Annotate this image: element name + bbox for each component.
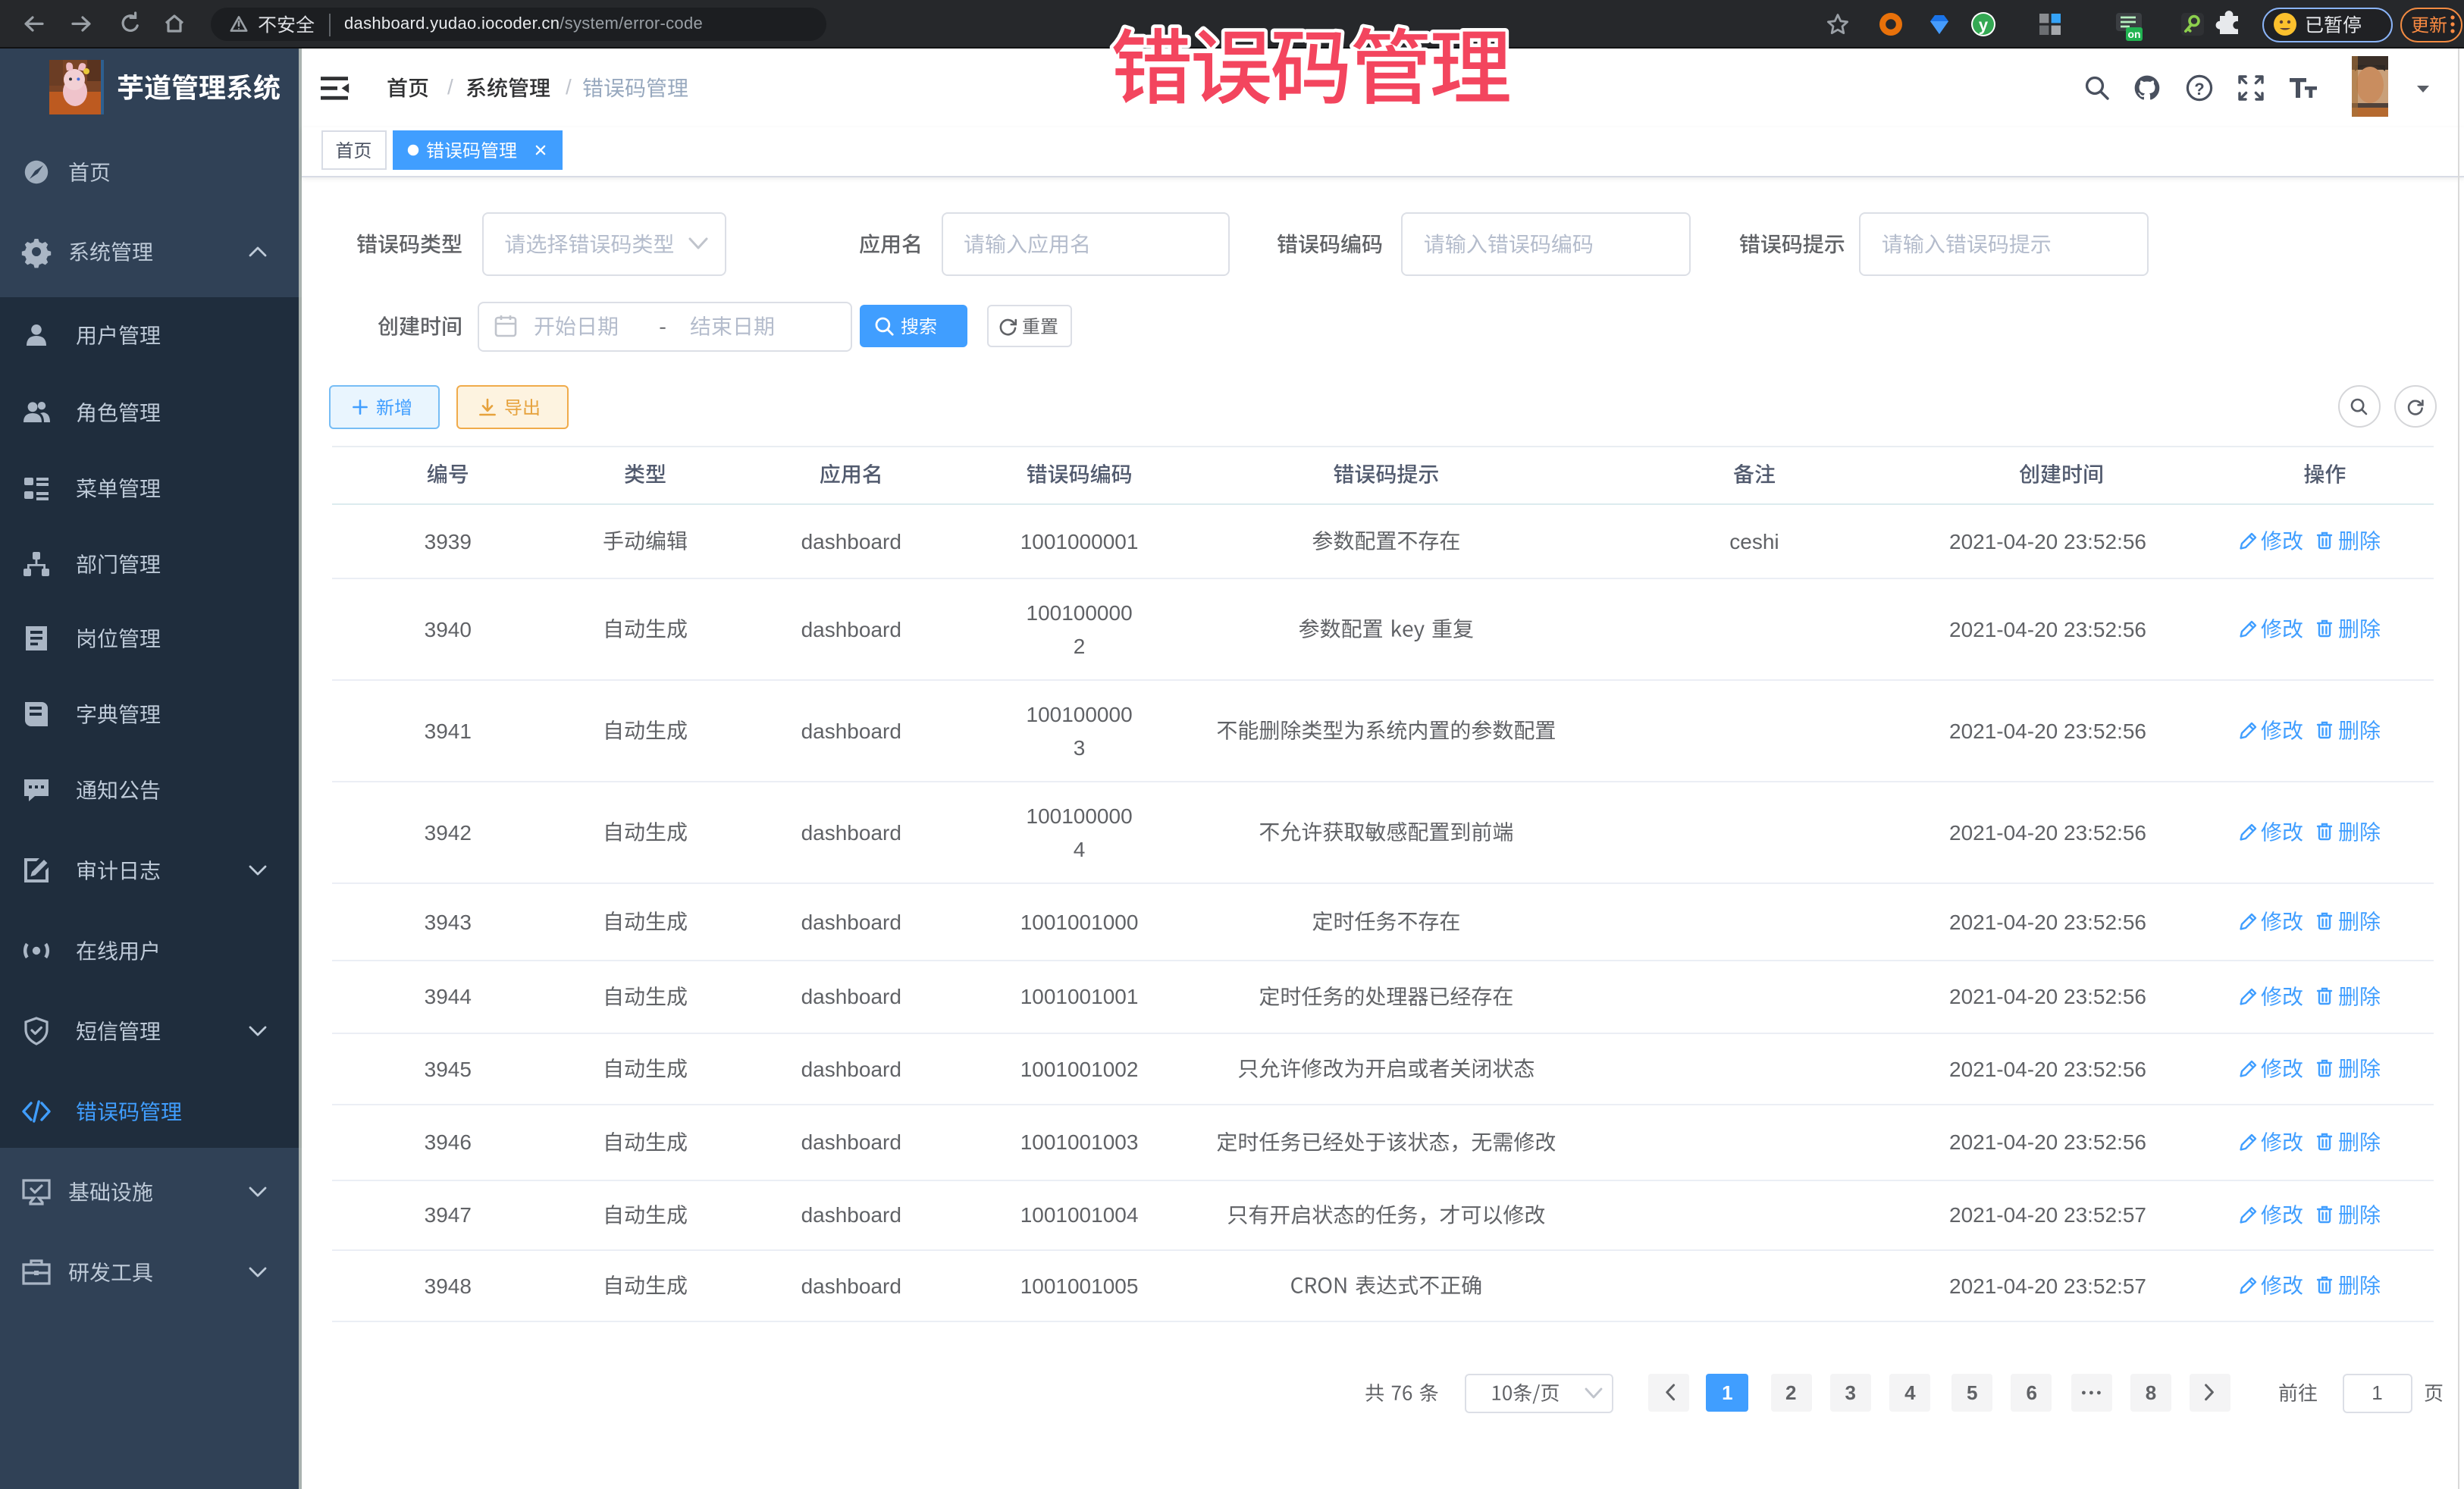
svg-text:on: on	[2127, 28, 2140, 40]
svg-text:/: /	[447, 75, 453, 99]
svg-text:?: ?	[2194, 80, 2204, 99]
svg-text:/: /	[566, 75, 572, 99]
svg-text:y: y	[1979, 15, 1989, 34]
